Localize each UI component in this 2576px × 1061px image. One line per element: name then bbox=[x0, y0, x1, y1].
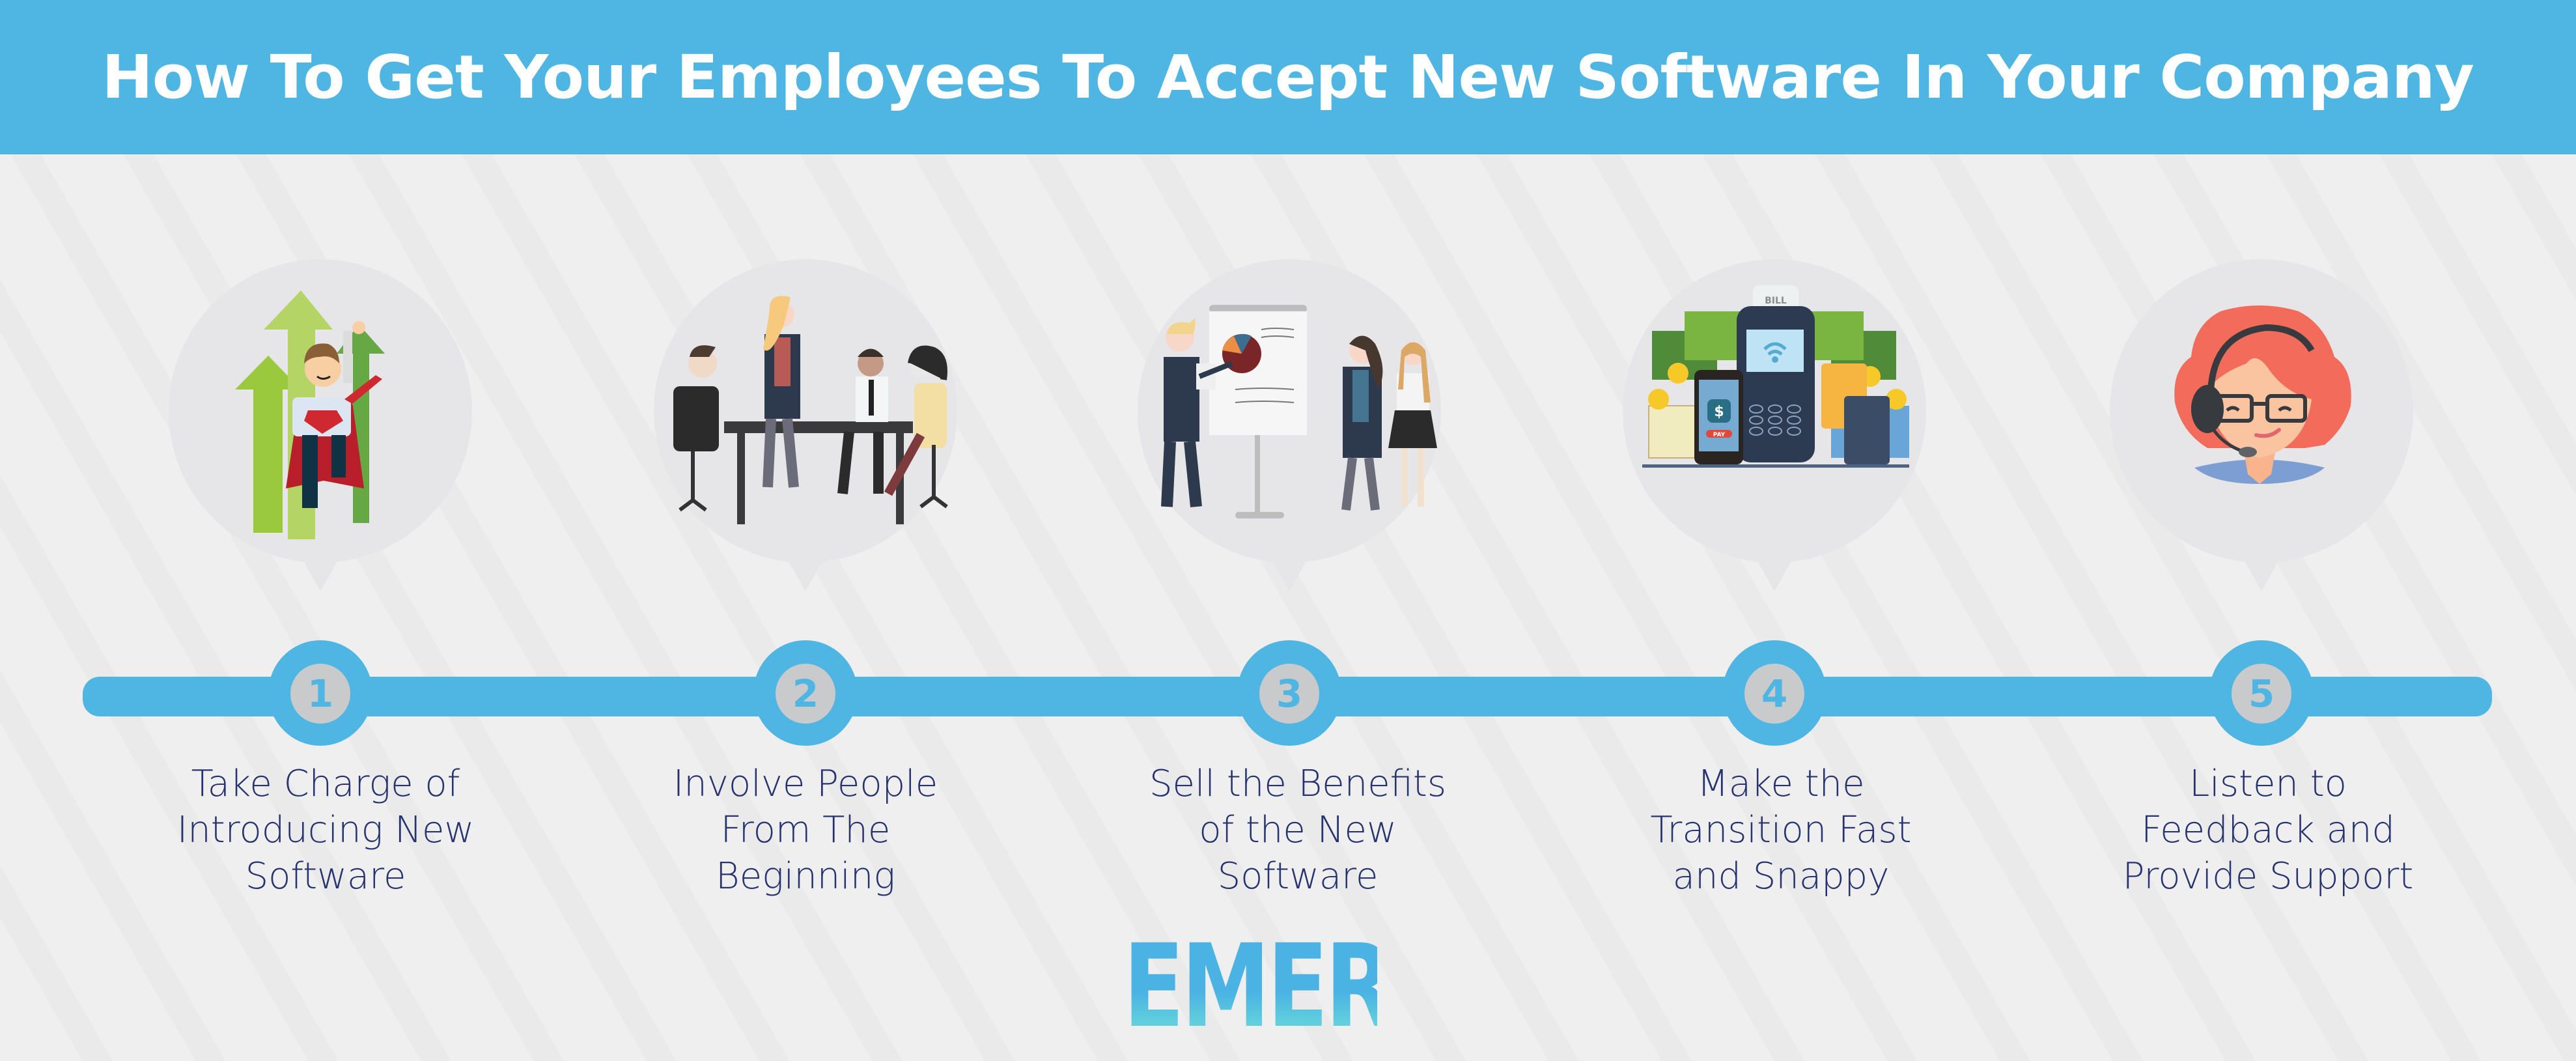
step-5-label: Listen to Feedback and Provide Support bbox=[2122, 763, 2414, 898]
support-agent-headset-icon bbox=[2174, 305, 2351, 484]
step-2-label: Involve People From The Beginning bbox=[673, 763, 938, 898]
step-5-node: 5 bbox=[2209, 640, 2314, 746]
superhero-businessman-icon bbox=[235, 290, 385, 539]
svg-text:BILL: BILL bbox=[1765, 296, 1787, 306]
header-banner: How To Get Your Employees To Accept New … bbox=[0, 0, 2576, 154]
emerge-logo: EMERGE bbox=[1123, 920, 1522, 1053]
illustration-bubble-1 bbox=[169, 259, 472, 598]
svg-text:PAY: PAY bbox=[1713, 432, 1726, 438]
step-2-node: 2 bbox=[753, 640, 858, 746]
step-4-node: 4 bbox=[1722, 640, 1827, 746]
illustration-bubble-3 bbox=[1138, 259, 1441, 598]
illustration-bubble-2 bbox=[654, 259, 957, 598]
step-number: 3 bbox=[1259, 664, 1319, 724]
illustration-bubble-5 bbox=[2110, 259, 2413, 598]
step-number: 2 bbox=[776, 664, 835, 724]
step-3-label: Sell the Benefits of the New Software bbox=[1149, 763, 1447, 898]
illustration-bubble-4: BILL $ PAY bbox=[1623, 259, 1926, 598]
step-number: 1 bbox=[290, 664, 350, 724]
step-1-node: 1 bbox=[268, 640, 372, 746]
svg-text:$: $ bbox=[1714, 404, 1724, 420]
payment-terminal-icon: BILL $ PAY bbox=[1642, 285, 1909, 468]
step-number: 5 bbox=[2232, 664, 2291, 724]
page-title: How To Get Your Employees To Accept New … bbox=[102, 42, 2475, 112]
team-meeting-icon bbox=[673, 296, 948, 524]
step-4-label: Make the Transition Fast and Snappy bbox=[1650, 763, 1912, 898]
presentation-flipchart-icon bbox=[1161, 305, 1437, 518]
step-number: 4 bbox=[1744, 664, 1804, 724]
step-1-label: Take Charge of Introducing New Software bbox=[176, 763, 475, 898]
step-3-node: 3 bbox=[1237, 640, 1341, 746]
